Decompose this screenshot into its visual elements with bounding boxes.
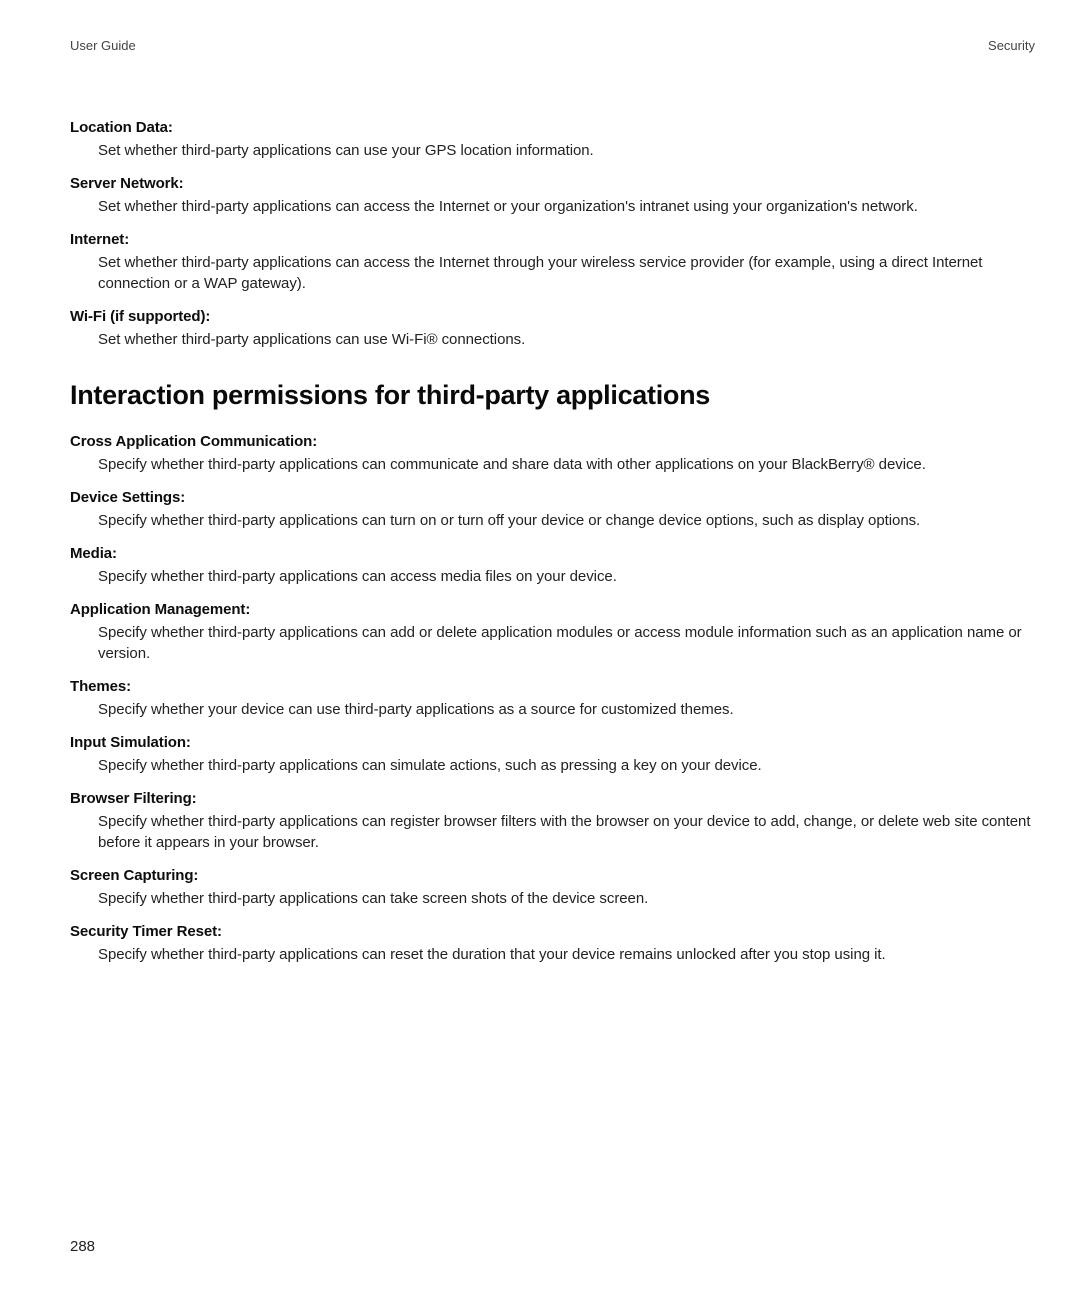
definition-desc: Specify whether third-party applications… [98,811,1035,853]
definition-item: Screen Capturing: Specify whether third-… [70,867,1035,909]
definition-term: Input Simulation: [70,734,1035,751]
definition-item: Wi-Fi (if supported): Set whether third-… [70,308,1035,350]
definition-desc: Set whether third-party applications can… [98,252,1035,294]
definition-term: Cross Application Communication: [70,433,1035,450]
definition-item: Themes: Specify whether your device can … [70,678,1035,720]
section-heading-interaction-permissions: Interaction permissions for third-party … [70,380,1035,411]
definition-item: Application Management: Specify whether … [70,601,1035,664]
definition-term: Wi-Fi (if supported): [70,308,1035,325]
definition-desc: Specify whether third-party applications… [98,888,1035,909]
definition-desc: Set whether third-party applications can… [98,329,1035,350]
definition-term: Application Management: [70,601,1035,618]
definition-item: Input Simulation: Specify whether third-… [70,734,1035,776]
definition-item: Device Settings: Specify whether third-p… [70,489,1035,531]
definition-desc: Specify whether third-party applications… [98,622,1035,664]
definition-desc: Specify whether third-party applications… [98,566,1035,587]
definition-item: Location Data: Set whether third-party a… [70,119,1035,161]
definition-term: Security Timer Reset: [70,923,1035,940]
definition-desc: Specify whether third-party applications… [98,944,1035,965]
definition-item: Browser Filtering: Specify whether third… [70,790,1035,853]
definition-item: Security Timer Reset: Specify whether th… [70,923,1035,965]
definition-term: Themes: [70,678,1035,695]
page-number: 288 [70,1238,95,1255]
section-connection-permissions: Location Data: Set whether third-party a… [70,119,1035,350]
definition-term: Device Settings: [70,489,1035,506]
definition-desc: Set whether third-party applications can… [98,140,1035,161]
header-right: Security [988,38,1035,53]
definition-term: Screen Capturing: [70,867,1035,884]
definition-item: Internet: Set whether third-party applic… [70,231,1035,294]
definition-item: Media: Specify whether third-party appli… [70,545,1035,587]
page-header: User Guide Security [70,38,1035,53]
definition-desc: Specify whether third-party applications… [98,454,1035,475]
definition-term: Media: [70,545,1035,562]
header-left: User Guide [70,38,136,53]
definition-desc: Set whether third-party applications can… [98,196,1035,217]
definition-desc: Specify whether your device can use thir… [98,699,1035,720]
page-content: User Guide Security Location Data: Set w… [70,38,1035,1256]
definition-term: Internet: [70,231,1035,248]
definition-term: Browser Filtering: [70,790,1035,807]
section-interaction-permissions: Cross Application Communication: Specify… [70,433,1035,965]
definition-term: Location Data: [70,119,1035,136]
definition-desc: Specify whether third-party applications… [98,510,1035,531]
definition-desc: Specify whether third-party applications… [98,755,1035,776]
definition-term: Server Network: [70,175,1035,192]
definition-item: Server Network: Set whether third-party … [70,175,1035,217]
definition-item: Cross Application Communication: Specify… [70,433,1035,475]
